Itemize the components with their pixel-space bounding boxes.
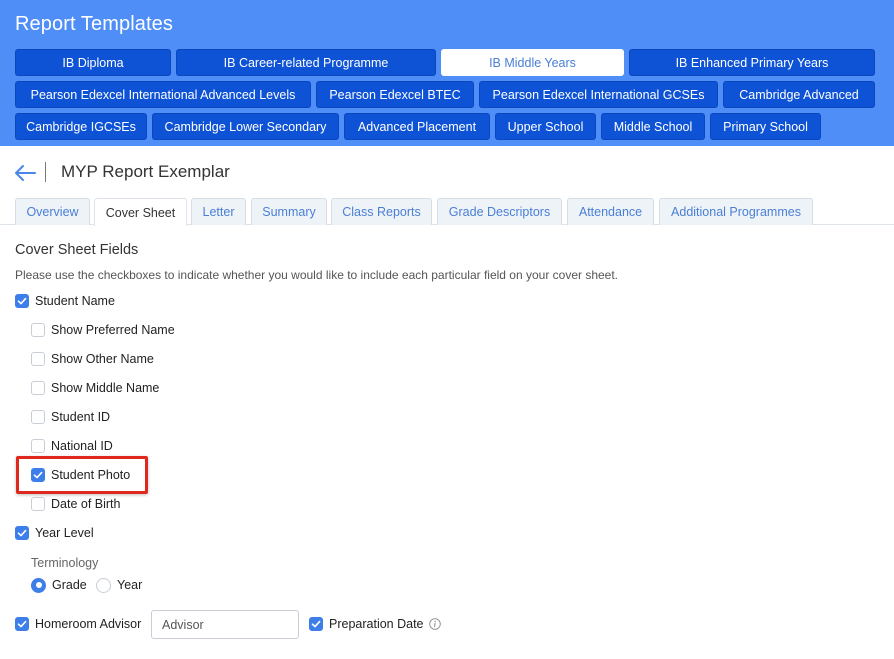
checkmark-icon xyxy=(311,620,321,628)
section-title: Cover Sheet Fields xyxy=(15,242,139,258)
homeroom-advisor-input[interactable] xyxy=(151,610,299,639)
report-header: MYP Report Exemplar xyxy=(0,146,894,200)
preparation-date-label: Preparation Date xyxy=(329,617,424,631)
homeroom-advisor-field[interactable]: Homeroom Advisor xyxy=(15,615,141,633)
date-of-birth-label: Date of Birth xyxy=(51,497,121,511)
student-id-label: Student ID xyxy=(51,410,111,424)
arrow-left-icon[interactable] xyxy=(14,164,36,182)
homeroom-advisor-label: Homeroom Advisor xyxy=(35,617,142,631)
show-other-name-checkbox[interactable] xyxy=(31,352,45,366)
show-middle-name-field[interactable]: Show Middle Name xyxy=(31,379,159,397)
grade-radio-label: Grade xyxy=(52,578,87,592)
date-of-birth-field[interactable]: Date of Birth xyxy=(31,495,120,513)
template-button-primary-school[interactable]: Primary School xyxy=(710,113,821,140)
terminology-year-option[interactable]: Year xyxy=(96,576,142,594)
show-other-name-field[interactable]: Show Other Name xyxy=(31,350,154,368)
help-text: Please use the checkboxes to indicate wh… xyxy=(15,268,619,282)
template-button-advanced-placement[interactable]: Advanced Placement xyxy=(344,113,490,140)
show-preferred-name-field[interactable]: Show Preferred Name xyxy=(31,321,175,339)
tab-cover-sheet[interactable]: Cover Sheet xyxy=(94,198,187,226)
national-id-field[interactable]: National ID xyxy=(31,437,113,455)
template-button-pearson-btec[interactable]: Pearson Edexcel BTEC xyxy=(316,81,474,108)
tab-overview[interactable]: Overview xyxy=(15,198,90,225)
banner-title: Report Templates xyxy=(15,13,173,35)
national-id-checkbox[interactable] xyxy=(31,439,45,453)
checkmark-icon xyxy=(17,529,27,537)
student-photo-field[interactable]: Student Photo xyxy=(31,466,130,484)
student-id-checkbox[interactable] xyxy=(31,410,45,424)
year-level-field[interactable]: Year Level xyxy=(15,524,94,542)
homeroom-advisor-checkbox[interactable] xyxy=(15,617,29,631)
tab-letter[interactable]: Letter xyxy=(191,198,246,225)
template-button-ib-diploma[interactable]: IB Diploma xyxy=(15,49,171,76)
template-button-cambridge-lower-secondary[interactable]: Cambridge Lower Secondary xyxy=(152,113,339,140)
template-button-ib-career-related[interactable]: IB Career-related Programme xyxy=(176,49,436,76)
date-of-birth-checkbox[interactable] xyxy=(31,497,45,511)
tab-class-reports[interactable]: Class Reports xyxy=(331,198,432,225)
checkmark-icon xyxy=(33,471,43,479)
checkmark-icon xyxy=(17,297,27,305)
year-radio[interactable] xyxy=(96,577,111,593)
show-preferred-name-checkbox[interactable] xyxy=(31,323,45,337)
tab-summary[interactable]: Summary xyxy=(251,198,327,225)
terminology-grade-option[interactable]: Grade xyxy=(31,576,87,594)
template-button-upper-school[interactable]: Upper School xyxy=(495,113,596,140)
show-preferred-name-label: Show Preferred Name xyxy=(51,323,175,337)
student-photo-checkbox[interactable] xyxy=(31,468,45,482)
header-divider xyxy=(45,162,46,182)
student-id-field[interactable]: Student ID xyxy=(31,408,110,426)
template-button-pearson-igcse[interactable]: Pearson Edexcel International GCSEs xyxy=(479,81,718,108)
report-templates-banner: Report Templates IB Diploma IB Career-re… xyxy=(0,0,894,146)
show-other-name-label: Show Other Name xyxy=(51,352,154,366)
template-button-pearson-ial[interactable]: Pearson Edexcel International Advanced L… xyxy=(15,81,311,108)
show-middle-name-label: Show Middle Name xyxy=(51,381,160,395)
student-name-label: Student Name xyxy=(35,294,115,308)
tab-grade-descriptors[interactable]: Grade Descriptors xyxy=(437,198,562,225)
info-icon[interactable] xyxy=(428,618,441,630)
student-name-field[interactable]: Student Name xyxy=(15,292,115,310)
year-level-checkbox[interactable] xyxy=(15,526,29,540)
terminology-label: Terminology xyxy=(31,556,99,570)
grade-radio[interactable] xyxy=(31,577,46,593)
template-button-cambridge-advanced[interactable]: Cambridge Advanced xyxy=(723,81,875,108)
preparation-date-checkbox[interactable] xyxy=(309,617,323,631)
show-middle-name-checkbox[interactable] xyxy=(31,381,45,395)
national-id-label: National ID xyxy=(51,439,113,453)
template-button-ib-middle-years[interactable]: IB Middle Years xyxy=(441,49,624,76)
year-radio-label: Year xyxy=(117,578,143,592)
year-level-label: Year Level xyxy=(35,526,94,540)
student-name-checkbox[interactable] xyxy=(15,294,29,308)
template-button-ib-enhanced-primary[interactable]: IB Enhanced Primary Years xyxy=(629,49,875,76)
page-title: MYP Report Exemplar xyxy=(61,162,230,181)
tab-additional-programmes[interactable]: Additional Programmes xyxy=(659,198,813,225)
template-button-cambridge-igcse[interactable]: Cambridge IGCSEs xyxy=(15,113,147,140)
template-button-middle-school[interactable]: Middle School xyxy=(601,113,705,140)
student-photo-label: Student Photo xyxy=(51,468,131,482)
preparation-date-field[interactable]: Preparation Date xyxy=(309,615,441,633)
tab-attendance[interactable]: Attendance xyxy=(567,198,654,225)
checkmark-icon xyxy=(17,620,27,628)
